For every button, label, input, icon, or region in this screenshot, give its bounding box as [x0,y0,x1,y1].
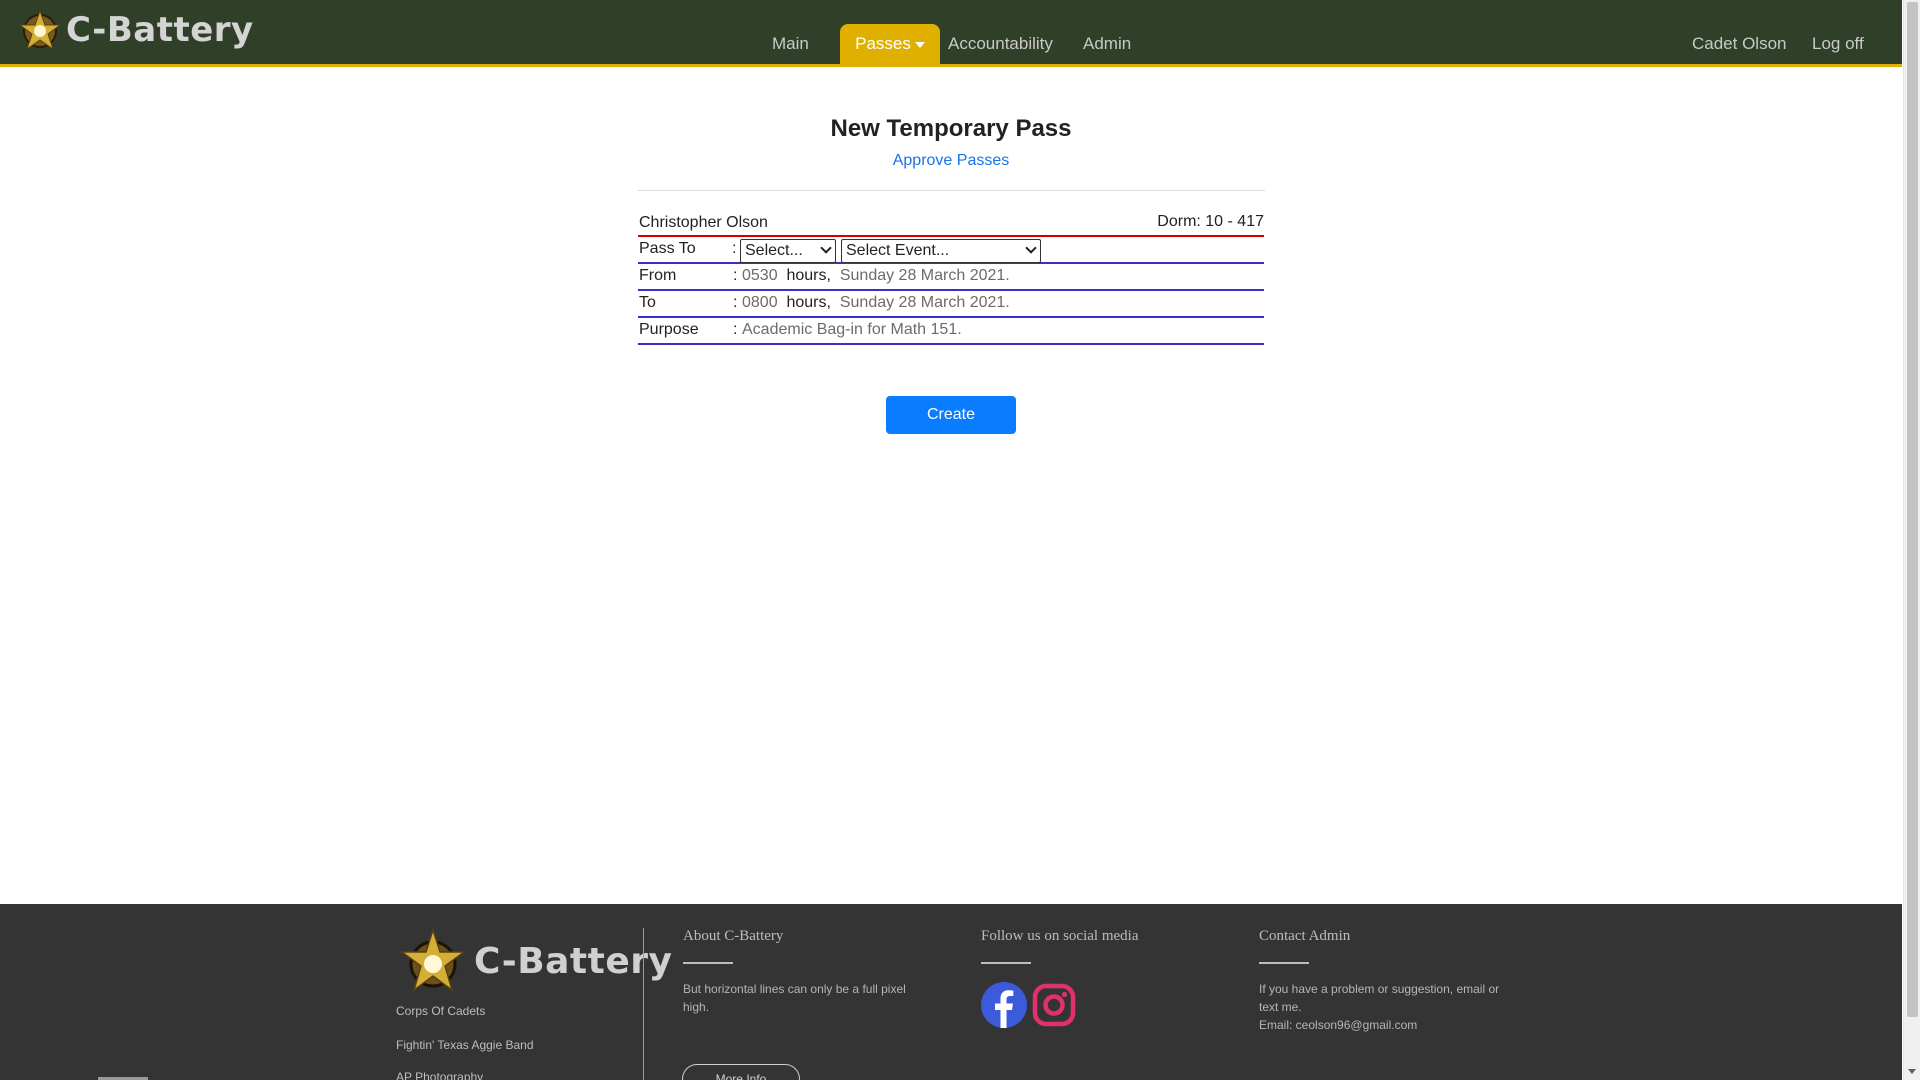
brand-name: C-Battery [66,10,254,50]
hours-label: hours, [786,267,831,284]
footer-divider [643,928,644,1080]
cadet-name: Christopher Olson [639,214,768,231]
colon: : [733,321,738,338]
top-navbar: C-Battery Main Passes Accountability Adm… [0,0,1902,67]
to-time: 0800 [742,294,778,311]
nav-user[interactable]: Cadet Olson [1692,24,1787,64]
from-row: From : 0530 hours, Sunday 28 March 2021. [638,264,1264,291]
purpose-label: Purpose [639,321,699,338]
from-time: 0530 [742,267,778,284]
dorm-info: Dorm: 10 - 417 [1157,213,1264,230]
footer-brand[interactable]: C-Battery [398,928,672,994]
purpose-row: Purpose : Academic Bag-in for Math 151. [638,318,1264,345]
contact-text: If you have a problem or suggestion, ema… [1259,982,1500,1014]
chevron-down-icon [1025,242,1037,254]
footer: C-Battery Corps Of Cadets Fightin' Texas… [0,904,1902,1080]
about-text: But horizontal lines can only be a full … [683,982,906,1014]
name-row: Christopher Olson Dorm: 10 - 417 [638,211,1264,237]
event-select[interactable]: Select Event... [841,239,1041,263]
star-logo-icon [18,9,62,51]
scrollbar[interactable] [1903,0,1920,1080]
scrollbar-thumb[interactable] [1907,2,1918,1017]
footer-link-band[interactable]: Fightin' Texas Aggie Band [396,1038,534,1052]
social-underline [981,962,1031,964]
pass-to-select-value: Select... [745,242,803,259]
footer-link-photography[interactable]: AP Photography [396,1070,483,1080]
colon: : [732,240,737,257]
hours-label: hours, [786,294,831,311]
from-date: Sunday 28 March 2021. [839,267,1010,284]
footer-link-corps[interactable]: Corps Of Cadets [396,1004,485,1018]
star-logo-icon [399,928,467,992]
pass-form: Christopher Olson Dorm: 10 - 417 Pass To… [638,211,1264,345]
pass-to-row: Pass To : Select... Select Event... [638,237,1264,264]
nav-accountability[interactable]: Accountability [948,24,1053,64]
pass-to-select[interactable]: Select... [740,239,836,263]
divider [637,190,1265,191]
scroll-down-arrow-icon[interactable] [1908,1069,1916,1074]
event-select-value: Select Event... [846,242,950,259]
facebook-icon[interactable] [981,982,1027,1028]
caret-down-icon [914,41,925,48]
purpose-value: Academic Bag-in for Math 151. [742,321,962,338]
colon: : [733,294,738,311]
to-label: To [639,294,656,311]
chevron-down-icon [820,242,832,254]
nav-passes-label: Passes [855,34,911,53]
nav-logoff[interactable]: Log off [1812,24,1864,64]
to-row: To : 0800 hours, Sunday 28 March 2021. [638,291,1264,318]
contact-email[interactable]: Email: ceolson96@gmail.com [1259,1016,1417,1034]
nav-passes[interactable]: Passes [840,24,940,64]
from-value: 0530 hours, Sunday 28 March 2021. [742,267,1010,285]
more-info-button[interactable]: More Info [682,1064,800,1080]
colon: : [733,267,738,284]
about-heading: About C-Battery [683,928,784,944]
social-heading: Follow us on social media [981,928,1139,944]
nav-main[interactable]: Main [772,24,809,64]
instagram-icon[interactable] [1031,982,1077,1028]
contact-underline [1259,962,1309,964]
brand[interactable]: C-Battery [18,8,254,52]
nav-admin[interactable]: Admin [1083,24,1131,64]
approve-passes-link[interactable]: Approve Passes [0,152,1902,170]
contact-heading: Contact Admin [1259,928,1351,944]
pass-to-label: Pass To [639,240,696,257]
from-label: From [639,267,677,284]
to-value: 0800 hours, Sunday 28 March 2021. [742,294,1010,312]
to-date: Sunday 28 March 2021. [839,294,1010,311]
page-title: New Temporary Pass [830,115,1072,142]
create-button[interactable]: Create [886,396,1016,434]
about-underline [683,962,733,964]
